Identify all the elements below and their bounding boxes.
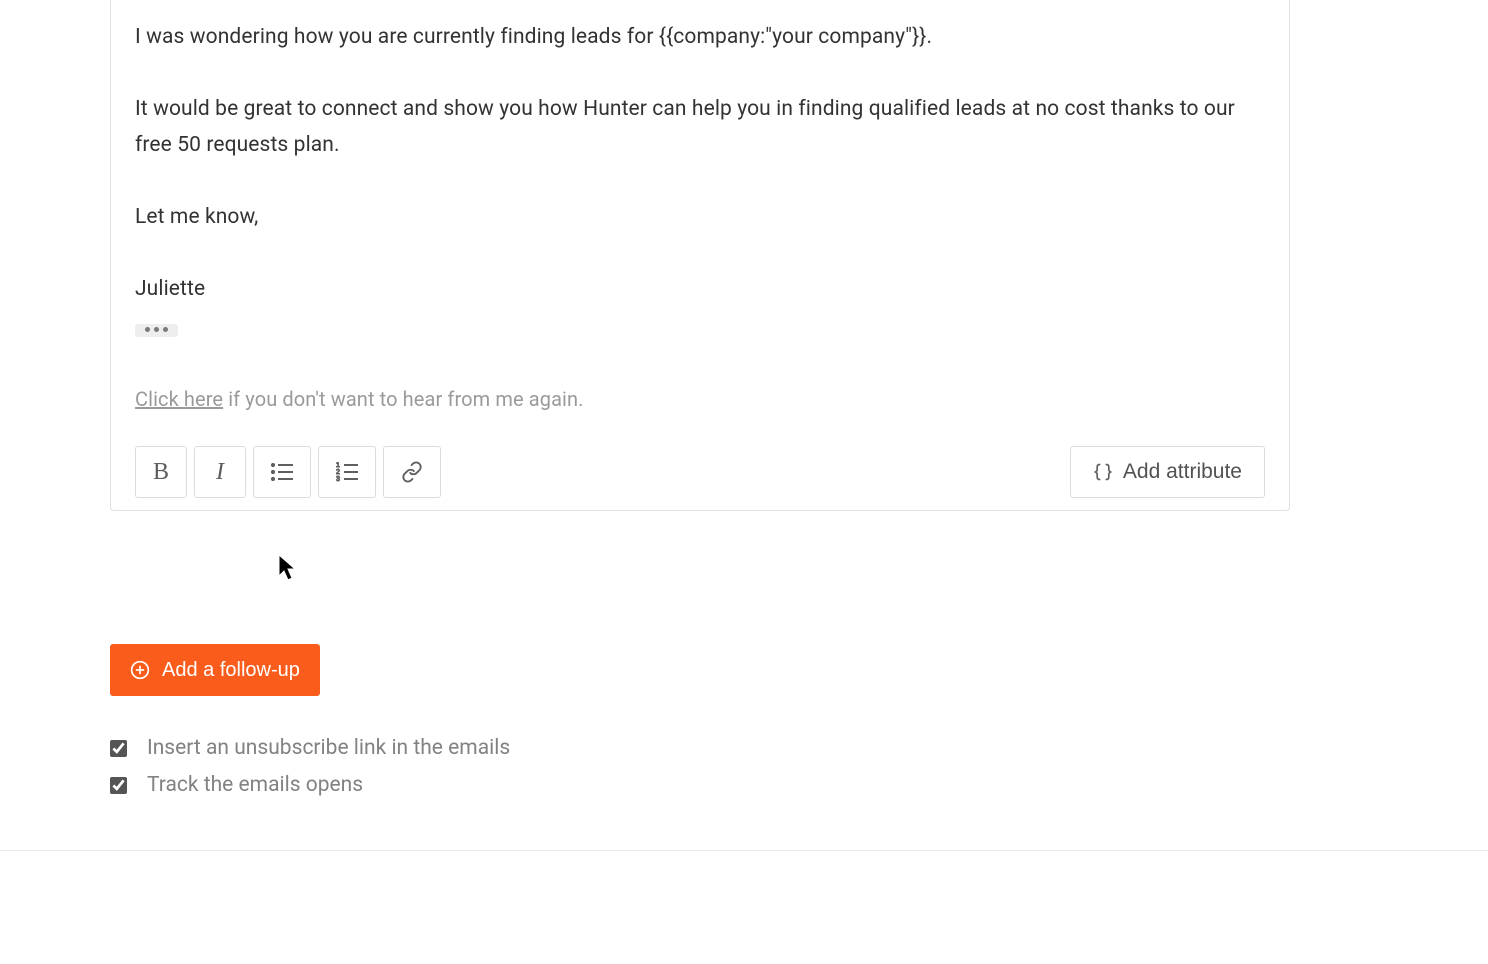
option-unsubscribe-label: Insert an unsubscribe link in the emails xyxy=(147,736,510,760)
svg-text:3: 3 xyxy=(336,476,340,482)
trimmed-content-ellipsis[interactable] xyxy=(135,324,178,337)
checkbox-unsubscribe[interactable] xyxy=(110,740,127,757)
link-icon xyxy=(401,461,423,483)
svg-text:2: 2 xyxy=(336,469,340,476)
unsubscribe-rest: if you don't want to hear from me again. xyxy=(223,387,583,411)
bold-button[interactable]: B xyxy=(135,446,187,498)
campaign-options: Insert an unsubscribe link in the emails… xyxy=(110,736,1378,797)
bold-icon: B xyxy=(153,459,169,486)
numbered-list-button[interactable]: 1 2 3 xyxy=(318,446,376,498)
email-line: It would be great to connect and show yo… xyxy=(135,91,1265,163)
plus-circle-icon xyxy=(130,660,150,680)
email-body[interactable]: I was wondering how you are currently fi… xyxy=(135,0,1265,416)
add-followup-label: Add a follow-up xyxy=(162,659,300,682)
svg-text:1: 1 xyxy=(336,462,340,469)
italic-button[interactable]: I xyxy=(194,446,246,498)
option-track-opens[interactable]: Track the emails opens xyxy=(110,773,1378,797)
blank-line xyxy=(135,163,1265,199)
bullet-list-button[interactable] xyxy=(253,446,311,498)
email-line: Let me know, xyxy=(135,199,1265,235)
email-editor-card: I was wondering how you are currently fi… xyxy=(110,0,1290,511)
numbered-list-icon: 1 2 3 xyxy=(336,462,358,482)
blank-line xyxy=(135,55,1265,91)
unsubscribe-link[interactable]: Click here xyxy=(135,387,223,411)
add-attribute-label: Add attribute xyxy=(1123,460,1242,484)
editor-toolbar: B I 1 xyxy=(135,446,1265,498)
braces-icon xyxy=(1093,462,1113,482)
unsubscribe-line: Click here if you don't want to hear fro… xyxy=(135,382,1265,416)
italic-icon: I xyxy=(216,459,224,486)
link-button[interactable] xyxy=(383,446,441,498)
footer-separator xyxy=(0,850,1488,851)
email-line: I was wondering how you are currently fi… xyxy=(135,19,1265,55)
option-unsubscribe[interactable]: Insert an unsubscribe link in the emails xyxy=(110,736,1378,760)
add-followup-button[interactable]: Add a follow-up xyxy=(110,644,320,696)
checkbox-track-opens[interactable] xyxy=(110,777,127,794)
add-attribute-button[interactable]: Add attribute xyxy=(1070,446,1265,498)
blank-line xyxy=(135,235,1265,271)
bullet-list-icon xyxy=(271,463,293,481)
option-track-opens-label: Track the emails opens xyxy=(147,773,363,797)
signature: Juliette xyxy=(135,271,1265,307)
format-button-group: B I 1 xyxy=(135,446,441,498)
